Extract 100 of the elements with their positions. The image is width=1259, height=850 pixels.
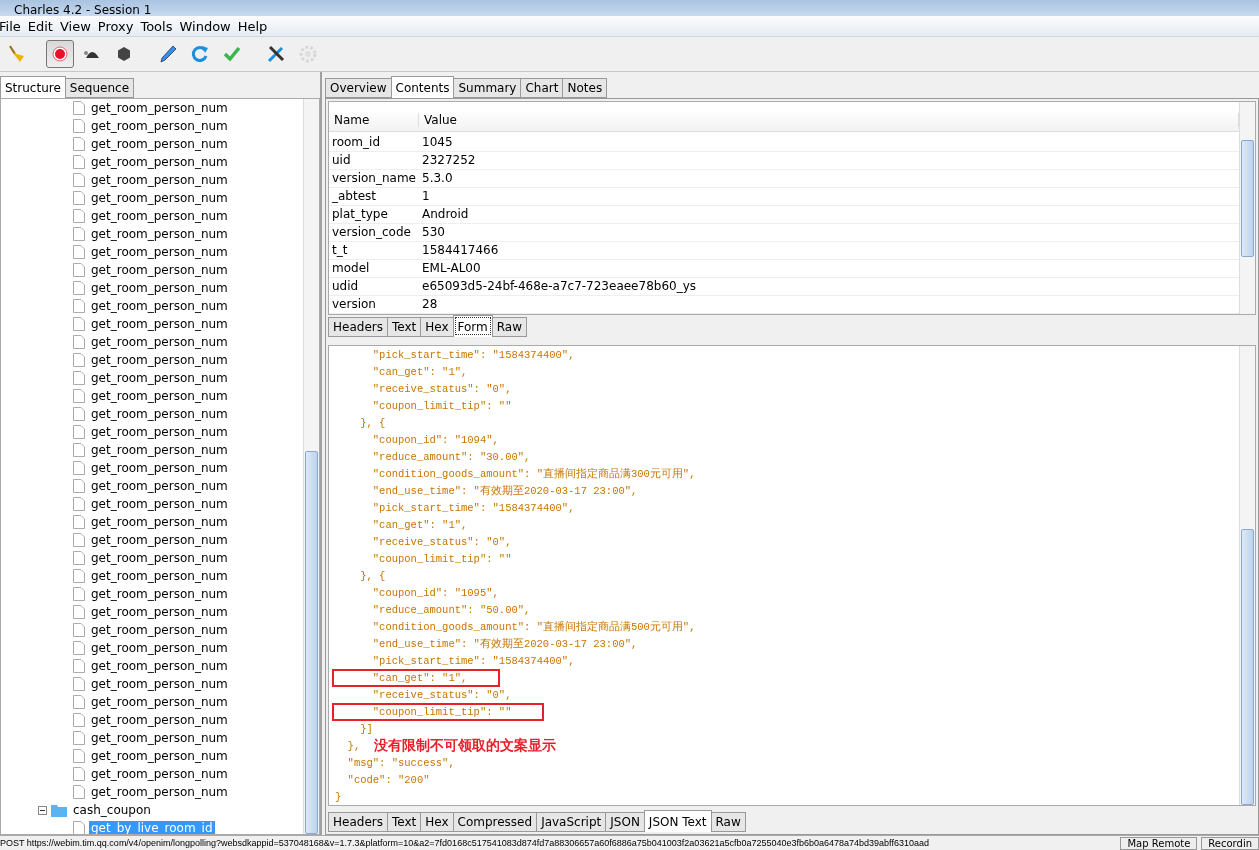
- tree-row[interactable]: get_room_person_num: [1, 783, 303, 801]
- scrollbar[interactable]: [1239, 102, 1255, 314]
- tab[interactable]: JSON Text: [643, 810, 712, 832]
- tree-item-label[interactable]: get_room_person_num: [89, 353, 230, 367]
- tree-item-label[interactable]: get_room_person_num: [89, 389, 230, 403]
- tree-row[interactable]: get_room_person_num: [1, 99, 303, 117]
- tree-item-label[interactable]: get_room_person_num: [89, 101, 230, 115]
- tree-row[interactable]: get_room_person_num: [1, 117, 303, 135]
- tree-row[interactable]: get_room_person_num: [1, 333, 303, 351]
- tree-row[interactable]: get_room_person_num: [1, 765, 303, 783]
- tree-item-label[interactable]: get_room_person_num: [89, 407, 230, 421]
- menu-item[interactable]: Proxy: [97, 18, 141, 34]
- tree-row[interactable]: get_room_person_num: [1, 711, 303, 729]
- tab[interactable]: Hex: [420, 317, 454, 337]
- tree-item-label[interactable]: get_room_person_num: [89, 641, 230, 655]
- tree-item-label[interactable]: get_room_person_num: [89, 749, 230, 763]
- tab[interactable]: Form: [452, 315, 493, 337]
- menu-item[interactable]: Help: [237, 18, 275, 34]
- tree-row[interactable]: get_room_person_num: [1, 297, 303, 315]
- tab[interactable]: Headers: [328, 317, 388, 337]
- tree-item-label[interactable]: get_room_person_num: [89, 623, 230, 637]
- menu-item[interactable]: Edit: [27, 18, 60, 34]
- tree-item-label[interactable]: get_room_person_num: [89, 605, 230, 619]
- tree-item-label[interactable]: get_room_person_num: [89, 425, 230, 439]
- tree-row[interactable]: get_room_person_num: [1, 441, 303, 459]
- tree-row[interactable]: get_room_person_num: [1, 657, 303, 675]
- menu-item[interactable]: Window: [179, 18, 238, 34]
- tree-item-label[interactable]: get_room_person_num: [89, 245, 230, 259]
- tree-row[interactable]: get_room_person_num: [1, 639, 303, 657]
- tree-item-label[interactable]: get_room_person_num: [89, 173, 230, 187]
- tree-item-label[interactable]: get_room_person_num: [89, 515, 230, 529]
- tree-row[interactable]: get_room_person_num: [1, 459, 303, 477]
- tree-row[interactable]: get_room_person_num: [1, 675, 303, 693]
- tree-row[interactable]: get_room_person_num: [1, 171, 303, 189]
- tree-row[interactable]: get_room_person_num: [1, 225, 303, 243]
- tree-item-label[interactable]: get_room_person_num: [89, 227, 230, 241]
- scrollbar[interactable]: [1239, 346, 1255, 805]
- tree-item-label[interactable]: get_room_person_num: [89, 209, 230, 223]
- tree-item-label[interactable]: get_room_person_num: [89, 569, 230, 583]
- tree-item-label[interactable]: get_room_person_num: [89, 119, 230, 133]
- tree-row[interactable]: get_room_person_num: [1, 351, 303, 369]
- tree-item-label[interactable]: get_room_person_num: [89, 263, 230, 277]
- tree-item-label[interactable]: get_room_person_num: [89, 533, 230, 547]
- tree-row[interactable]: get_room_person_num: [1, 621, 303, 639]
- tree-item-label[interactable]: get_room_person_num: [89, 281, 230, 295]
- tree-row[interactable]: get_room_person_num: [1, 729, 303, 747]
- tree-row[interactable]: get_room_person_num: [1, 567, 303, 585]
- tree-item-label[interactable]: get_room_person_num: [89, 155, 230, 169]
- tree-item-label[interactable]: get_room_person_num: [89, 371, 230, 385]
- tree-item-label[interactable]: get_room_person_num: [89, 659, 230, 673]
- tree-row[interactable]: get_room_person_num: [1, 693, 303, 711]
- tree-item-label[interactable]: get_room_person_num: [89, 317, 230, 331]
- tree-row[interactable]: get_room_person_num: [1, 603, 303, 621]
- tree-row[interactable]: get_room_person_num: [1, 207, 303, 225]
- tree-row[interactable]: get_room_person_num: [1, 495, 303, 513]
- tree-row[interactable]: get_room_person_num: [1, 315, 303, 333]
- tab[interactable]: Structure: [0, 76, 66, 98]
- tree-item-label[interactable]: get_room_person_num: [89, 695, 230, 709]
- tree-item-label[interactable]: get_room_person_num: [89, 443, 230, 457]
- tab[interactable]: Overview: [325, 78, 392, 98]
- tree-item-label[interactable]: get_room_person_num: [89, 461, 230, 475]
- tab[interactable]: Headers: [328, 812, 388, 832]
- scrollbar[interactable]: [303, 99, 319, 834]
- menu-item[interactable]: View: [59, 18, 98, 34]
- tree-row[interactable]: get_room_person_num: [1, 135, 303, 153]
- tree-item-label[interactable]: get_room_person_num: [89, 677, 230, 691]
- tab[interactable]: Raw: [710, 812, 746, 832]
- tree-item-label[interactable]: get_room_person_num: [89, 587, 230, 601]
- tab[interactable]: Raw: [491, 317, 527, 337]
- tree-item-label[interactable]: get_room_person_num: [89, 785, 230, 799]
- tree-row[interactable]: get_room_person_num: [1, 261, 303, 279]
- tree-item-label[interactable]: get_room_person_num: [89, 731, 230, 745]
- tree-row[interactable]: get_room_person_num: [1, 585, 303, 603]
- tab[interactable]: Contents: [390, 76, 455, 98]
- tree-item-label[interactable]: get_room_person_num: [89, 191, 230, 205]
- tree-item-label[interactable]: get_room_person_num: [89, 335, 230, 349]
- tree-item-label[interactable]: get_room_person_num: [89, 767, 230, 781]
- tab[interactable]: Summary: [453, 78, 522, 98]
- tab[interactable]: Hex: [420, 812, 454, 832]
- tree-row[interactable]: get_room_person_num: [1, 369, 303, 387]
- collapse-icon[interactable]: [38, 805, 47, 815]
- tree-item-label[interactable]: get_room_person_num: [89, 137, 230, 151]
- tree-row[interactable]: cash_coupon: [1, 801, 303, 819]
- tab[interactable]: Chart: [520, 78, 564, 98]
- column-header[interactable]: Name: [329, 113, 419, 128]
- tree-row[interactable]: get_room_person_num: [1, 423, 303, 441]
- tab[interactable]: Compressed: [452, 812, 538, 832]
- menu-item[interactable]: Tools: [140, 18, 180, 34]
- tab[interactable]: JavaScript: [536, 812, 607, 832]
- tree-row[interactable]: get_room_person_num: [1, 549, 303, 567]
- tree-row[interactable]: get_room_person_num: [1, 513, 303, 531]
- tab[interactable]: Notes: [562, 78, 608, 98]
- tree-item-label[interactable]: get_room_person_num: [89, 299, 230, 313]
- tab[interactable]: JSON: [605, 812, 645, 832]
- tree-item-label[interactable]: cash_coupon: [71, 803, 153, 817]
- tree-row[interactable]: get_room_person_num: [1, 189, 303, 207]
- status-button[interactable]: Map Remote: [1120, 836, 1198, 850]
- tree-row[interactable]: get_room_person_num: [1, 405, 303, 423]
- tree-item-label[interactable]: get_room_person_num: [89, 713, 230, 727]
- tree-item-label[interactable]: get_room_person_num: [89, 479, 230, 493]
